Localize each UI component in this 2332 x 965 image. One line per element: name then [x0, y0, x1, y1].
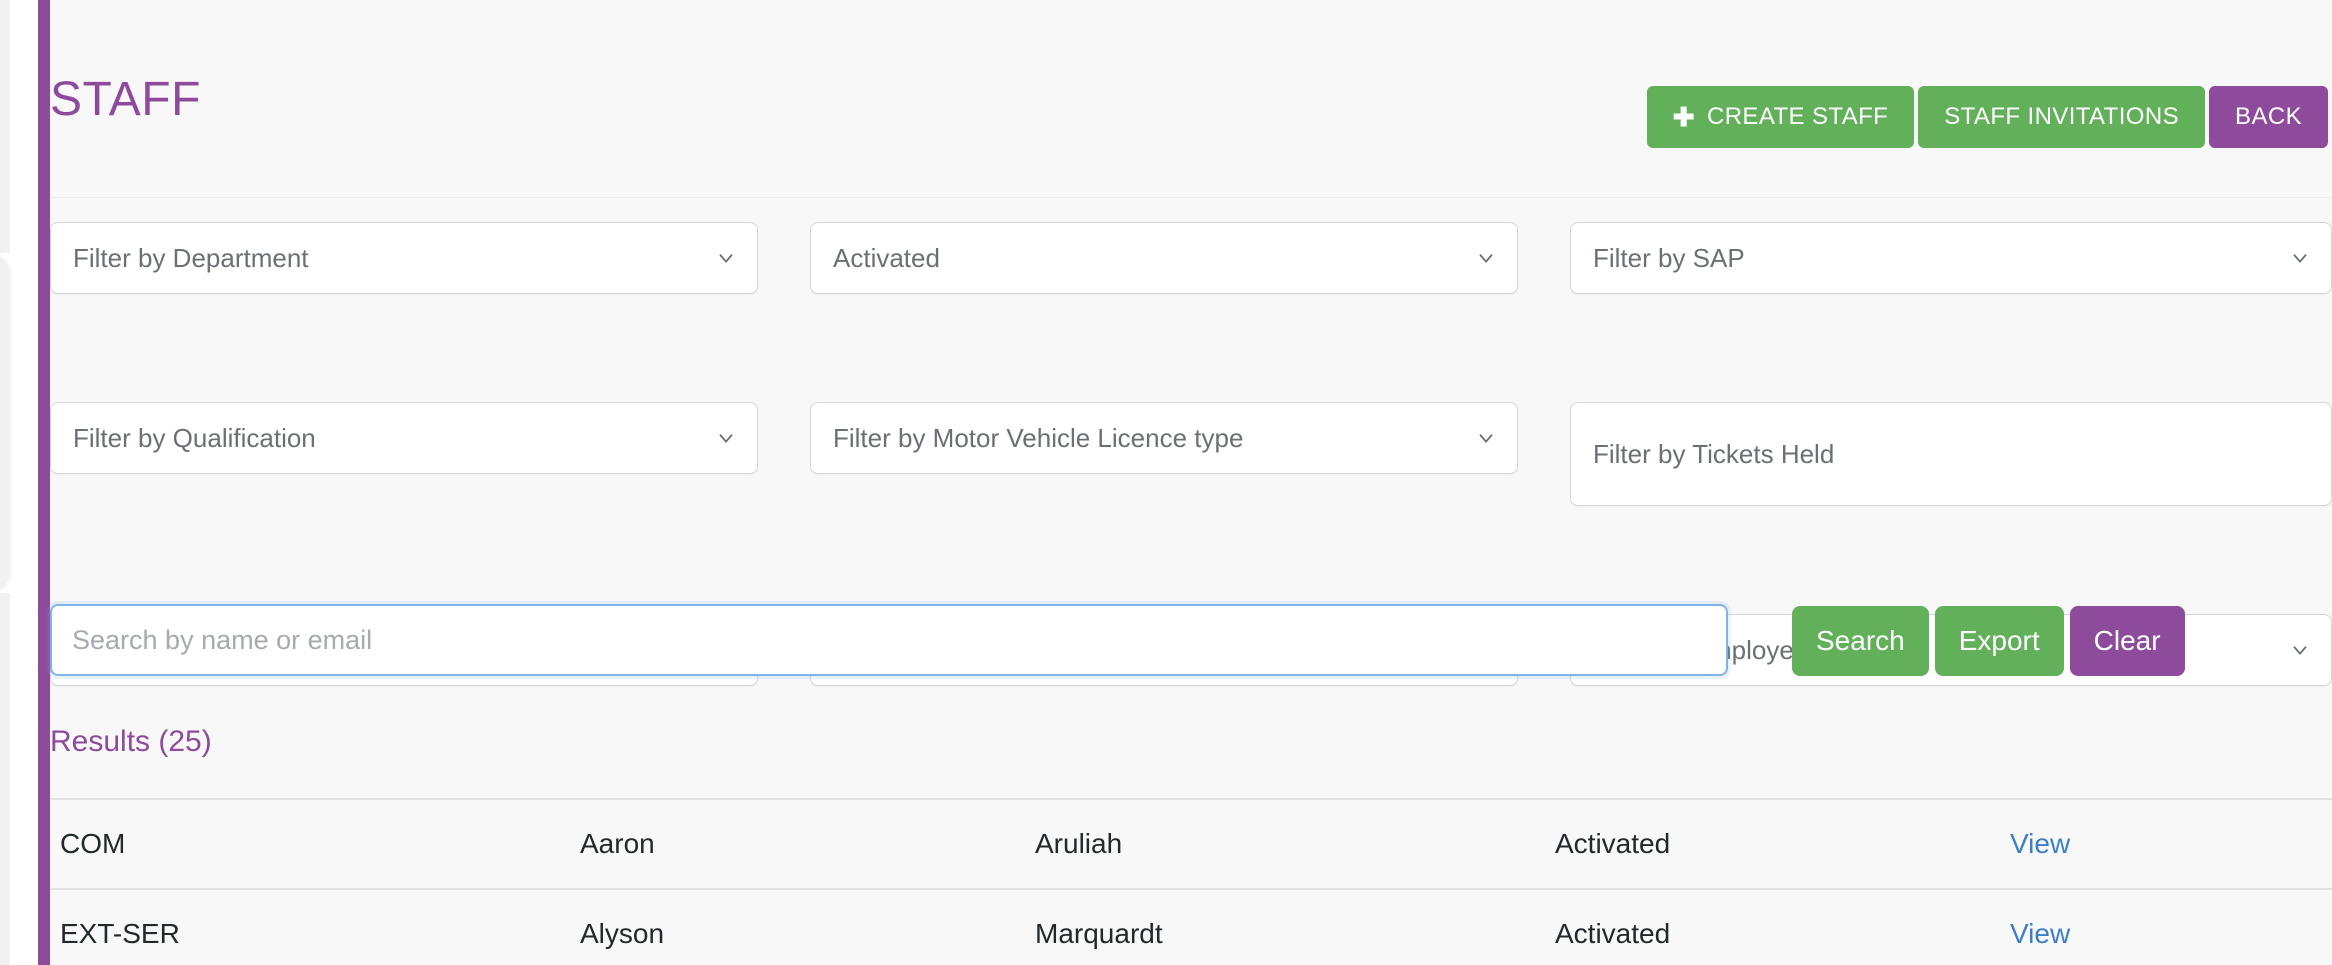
cell-action: View	[2010, 799, 2332, 889]
sidebar-edge-fill-top	[0, 0, 10, 253]
header-action-buttons: ✚ CREATE STAFF STAFF INVITATIONS BACK	[1646, 86, 2328, 148]
page-title: STAFF	[50, 73, 201, 126]
filter-by-department-value: Filter by Department	[73, 242, 309, 273]
filter-row-spacer-2	[50, 506, 2332, 614]
filter-row-1: Filter by Department Activated Filter by…	[50, 222, 2332, 294]
filter-by-motor-vehicle-licence-value: Filter by Motor Vehicle Licence type	[833, 422, 1244, 453]
filter-by-tickets-held-value: Filter by Tickets Held	[1593, 438, 1835, 469]
results-count: Results (25)	[50, 725, 212, 758]
search-input[interactable]	[50, 604, 1728, 676]
cell-first-name: Alyson	[580, 918, 665, 949]
table-row[interactable]: EXT-SER Alyson Marquardt Activated View	[50, 889, 2332, 965]
cell-status: Activated	[1555, 918, 1671, 949]
search-bar: Search Export Clear	[50, 604, 2332, 676]
filter-by-motor-vehicle-licence-select[interactable]: Filter by Motor Vehicle Licence type	[810, 402, 1518, 474]
cell-status: Activated	[1555, 828, 1671, 859]
plus-icon: ✚	[1672, 102, 1695, 132]
sidebar-edge-fill-bottom	[0, 593, 10, 965]
staff-invitations-button[interactable]: STAFF INVITATIONS	[1918, 86, 2206, 148]
export-button-label: Export	[1958, 625, 2040, 656]
cell-first-name: Aaron	[580, 828, 655, 859]
view-link[interactable]: View	[2010, 828, 2070, 859]
search-action-buttons: Search Export Clear	[1792, 604, 2185, 676]
filter-by-qualification-select[interactable]: Filter by Qualification	[50, 402, 758, 474]
filter-row-spacer-1	[50, 294, 2332, 402]
filter-cell-department: Filter by Department	[50, 222, 810, 294]
filter-cell-qualification: Filter by Qualification	[50, 402, 810, 474]
cell-action: View	[2010, 889, 2332, 965]
view-link[interactable]: View	[2010, 918, 2070, 949]
clear-button[interactable]: Clear	[2069, 606, 2185, 676]
filter-by-sap-value: Filter by SAP	[1593, 242, 1745, 273]
sidebar-drawer-handle[interactable]	[0, 253, 10, 593]
filter-cell-activated: Activated	[810, 222, 1570, 294]
filter-by-activated-value: Activated	[833, 242, 940, 273]
search-button[interactable]: Search	[1792, 606, 1929, 676]
chevron-down-icon	[715, 427, 737, 449]
table-row[interactable]: COM Aaron Aruliah Activated View	[50, 799, 2332, 889]
filter-by-tickets-held-input[interactable]: Filter by Tickets Held	[1570, 402, 2332, 506]
cell-last-name: Marquardt	[1035, 918, 1163, 949]
chevron-down-icon	[1475, 427, 1497, 449]
back-button[interactable]: BACK	[2209, 86, 2328, 148]
filter-by-qualification-value: Filter by Qualification	[73, 422, 316, 453]
collapsed-sidebar-edge[interactable]	[0, 0, 38, 965]
export-button[interactable]: Export	[1934, 606, 2064, 676]
filter-by-activated-select[interactable]: Activated	[810, 222, 1518, 294]
create-staff-label: CREATE STAFF	[1706, 103, 1889, 130]
staff-invitations-label: STAFF INVITATIONS	[1944, 103, 2180, 130]
filter-by-sap-select[interactable]: Filter by SAP	[1570, 222, 2332, 294]
chevron-down-icon	[715, 247, 737, 269]
page-content: STAFF ✚ CREATE STAFF STAFF INVITATIONS B…	[50, 0, 2332, 965]
chevron-down-icon	[1475, 247, 1497, 269]
purple-accent-rail	[38, 0, 50, 965]
filter-cell-motor-vehicle-licence: Filter by Motor Vehicle Licence type	[810, 402, 1570, 474]
chevron-down-icon	[2289, 247, 2311, 269]
filter-by-department-select[interactable]: Filter by Department	[50, 222, 758, 294]
staff-results-table: COM Aaron Aruliah Activated View EXT-SER…	[50, 798, 2332, 965]
filter-cell-tickets-held: Filter by Tickets Held	[1570, 402, 2332, 506]
filter-row-2: Filter by Qualification Filter by Motor …	[50, 402, 2332, 506]
filter-cell-sap: Filter by SAP	[1570, 222, 2332, 294]
create-staff-button[interactable]: ✚ CREATE STAFF	[1646, 86, 1915, 148]
cell-last-name: Aruliah	[1035, 828, 1123, 859]
staff-page: STAFF ✚ CREATE STAFF STAFF INVITATIONS B…	[0, 0, 2332, 965]
page-header: STAFF ✚ CREATE STAFF STAFF INVITATIONS B…	[50, 0, 2332, 198]
back-label: BACK	[2235, 103, 2302, 130]
cell-department: COM	[60, 828, 126, 859]
search-button-label: Search	[1816, 625, 1905, 656]
clear-button-label: Clear	[2093, 625, 2161, 656]
cell-department: EXT-SER	[60, 918, 180, 949]
